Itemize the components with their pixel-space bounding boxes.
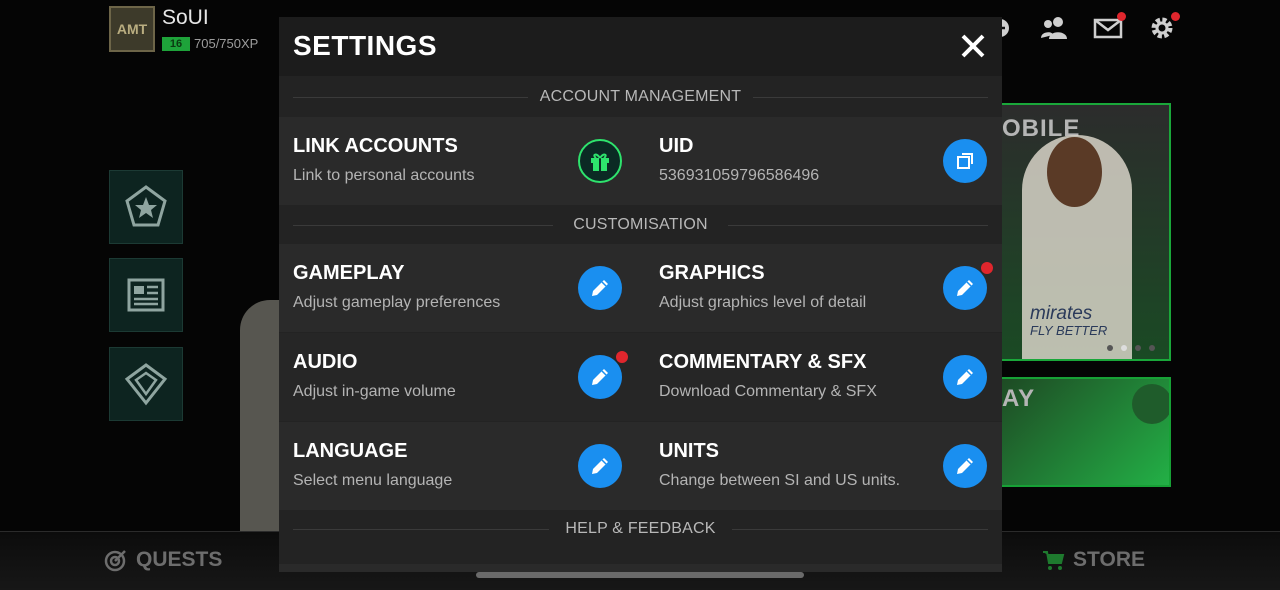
uid-title: UID bbox=[659, 135, 694, 157]
store-label: STORE bbox=[1073, 548, 1145, 571]
news-icon bbox=[127, 278, 165, 312]
link-accounts-title: LINK ACCOUNTS bbox=[293, 135, 458, 157]
settings-title: SETTINGS bbox=[293, 30, 438, 61]
graphics-subtitle: Adjust graphics level of detail bbox=[659, 294, 867, 311]
settings-row-help-partial[interactable] bbox=[279, 564, 1002, 572]
player-level-badge: 16 bbox=[162, 37, 190, 51]
units-subtitle: Change between SI and US units. bbox=[659, 472, 901, 489]
graphics-title: GRAPHICS bbox=[659, 262, 765, 284]
side-rank-button[interactable] bbox=[109, 170, 183, 244]
store-button[interactable]: STORE bbox=[1041, 548, 1145, 572]
pencil-icon bbox=[957, 369, 973, 385]
settings-row-language: LANGUAGE Select menu language UNITS Chan… bbox=[279, 422, 1002, 510]
friends-icon bbox=[1041, 17, 1067, 39]
promo-carousel-dots bbox=[1107, 345, 1155, 351]
commentary-title: COMMENTARY & SFX bbox=[659, 351, 867, 373]
link-accounts-subtitle: Link to personal accounts bbox=[293, 167, 475, 184]
section-label: HELP & FEEDBACK bbox=[279, 520, 1002, 538]
promo-shirt-subtext: FLY BETTER bbox=[1030, 323, 1108, 338]
audio-title: AUDIO bbox=[293, 351, 358, 373]
gift-icon bbox=[591, 153, 609, 171]
promo-banner-mobile[interactable]: OBILE mirates FLY BETTER bbox=[1000, 103, 1171, 361]
side-news-button[interactable] bbox=[109, 258, 183, 332]
target-icon bbox=[104, 550, 126, 572]
mail-button[interactable] bbox=[1090, 10, 1126, 46]
promo-banner-play[interactable]: AY bbox=[1000, 377, 1171, 487]
home-indicator[interactable] bbox=[476, 572, 804, 578]
section-label: ACCOUNT MANAGEMENT bbox=[279, 88, 1002, 106]
promo-shirt-text: mirates bbox=[1030, 303, 1093, 324]
star-badge-icon bbox=[125, 185, 167, 227]
player-avatar[interactable]: AMT bbox=[109, 6, 155, 52]
link-accounts-button[interactable] bbox=[578, 139, 622, 183]
close-icon bbox=[961, 34, 985, 58]
pencil-icon bbox=[957, 280, 973, 296]
commentary-subtitle: Download Commentary & SFX bbox=[659, 383, 877, 400]
graphics-edit-button[interactable] bbox=[943, 262, 993, 310]
audio-item[interactable]: AUDIO Adjust in-game volume bbox=[279, 333, 640, 421]
copy-uid-button[interactable] bbox=[943, 139, 987, 183]
commentary-edit-button[interactable] bbox=[943, 355, 987, 399]
units-edit-button[interactable] bbox=[943, 444, 987, 488]
promo-player-head bbox=[1047, 137, 1102, 207]
language-title: LANGUAGE bbox=[293, 440, 408, 462]
close-button[interactable] bbox=[958, 31, 988, 61]
pencil-icon bbox=[592, 280, 608, 296]
language-subtitle: Select menu language bbox=[293, 472, 453, 489]
audio-subtitle: Adjust in-game volume bbox=[293, 383, 456, 400]
section-help-feedback: HELP & FEEDBACK bbox=[279, 509, 1002, 549]
audio-notification-dot bbox=[616, 351, 628, 363]
settings-dialog: SETTINGS ACCOUNT MANAGEMENT LINK ACCOUNT… bbox=[279, 17, 1002, 572]
gameplay-item[interactable]: GAMEPLAY Adjust gameplay preferences bbox=[279, 244, 640, 332]
link-accounts-item[interactable]: LINK ACCOUNTS Link to personal accounts bbox=[279, 117, 640, 205]
side-diamond-button[interactable] bbox=[109, 347, 183, 421]
quests-button[interactable]: QUESTS bbox=[104, 548, 222, 572]
section-customisation: CUSTOMISATION bbox=[279, 205, 1002, 245]
player-name: SoUI bbox=[162, 6, 209, 29]
promo-ball-graphic bbox=[1132, 384, 1169, 424]
section-account-management: ACCOUNT MANAGEMENT bbox=[279, 77, 1002, 117]
gameplay-subtitle: Adjust gameplay preferences bbox=[293, 294, 501, 311]
settings-row-audio: AUDIO Adjust in-game volume COMMENTARY &… bbox=[279, 333, 1002, 421]
gear-notification-dot bbox=[1171, 12, 1180, 21]
cart-icon bbox=[1043, 551, 1065, 570]
settings-header: SETTINGS bbox=[279, 17, 1002, 76]
graphics-item[interactable]: GRAPHICS Adjust graphics level of detail bbox=[645, 244, 1002, 332]
language-edit-button[interactable] bbox=[578, 444, 622, 488]
settings-row-account: LINK ACCOUNTS Link to personal accounts … bbox=[279, 117, 1002, 205]
quests-label: QUESTS bbox=[136, 548, 223, 571]
units-item[interactable]: UNITS Change between SI and US units. bbox=[645, 422, 1002, 510]
pencil-icon bbox=[957, 458, 973, 474]
mail-notification-dot bbox=[1117, 12, 1126, 21]
language-item[interactable]: LANGUAGE Select menu language bbox=[279, 422, 640, 510]
units-title: UNITS bbox=[659, 440, 719, 462]
copy-icon bbox=[957, 153, 973, 169]
promo-banner-play-title: AY bbox=[1002, 385, 1036, 412]
diamond-icon bbox=[124, 363, 168, 406]
audio-edit-button[interactable] bbox=[578, 351, 628, 399]
pencil-icon bbox=[592, 458, 608, 474]
uid-value: 536931059796586496 bbox=[659, 167, 820, 184]
section-label: CUSTOMISATION bbox=[279, 216, 1002, 234]
player-xp: 705/750XP bbox=[194, 36, 259, 51]
graphics-notification-dot bbox=[981, 262, 993, 274]
gameplay-edit-button[interactable] bbox=[578, 266, 622, 310]
pencil-icon bbox=[592, 369, 608, 385]
settings-row-gameplay: GAMEPLAY Adjust gameplay preferences GRA… bbox=[279, 244, 1002, 332]
gear-button[interactable] bbox=[1144, 10, 1180, 46]
gameplay-title: GAMEPLAY bbox=[293, 262, 405, 284]
uid-item[interactable]: UID 536931059796586496 bbox=[645, 117, 1002, 205]
top-icon-bar bbox=[982, 10, 1180, 46]
commentary-item[interactable]: COMMENTARY & SFX Download Commentary & S… bbox=[645, 333, 1002, 421]
friends-button[interactable] bbox=[1036, 10, 1072, 46]
